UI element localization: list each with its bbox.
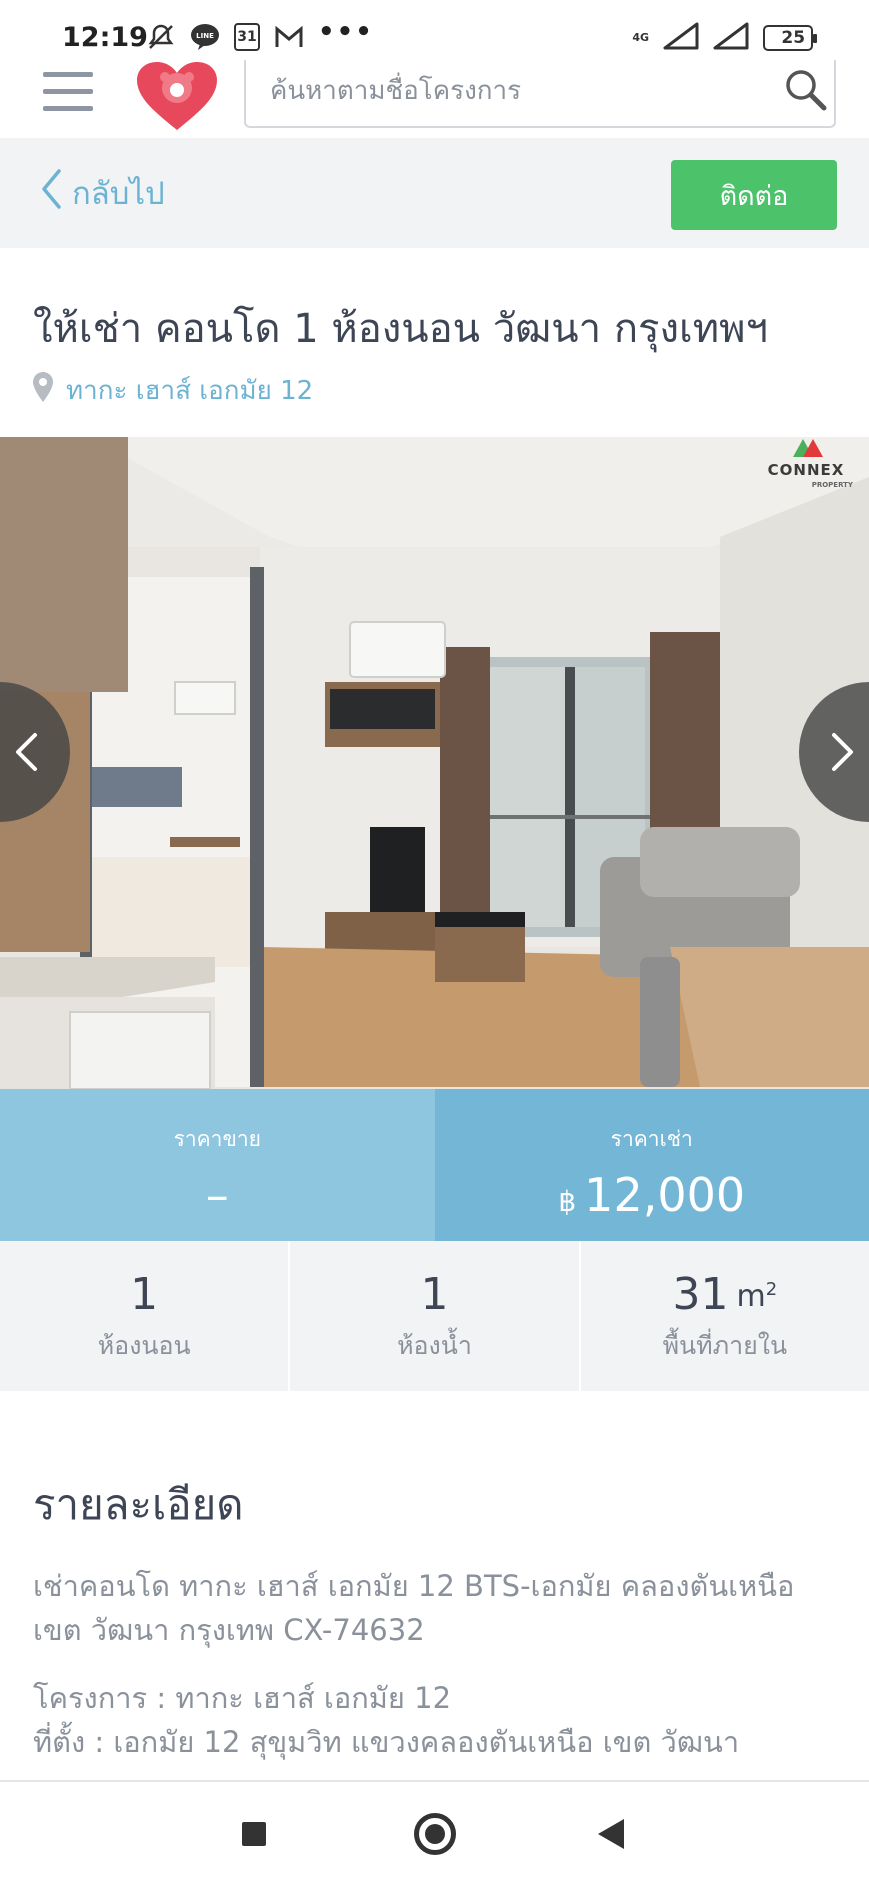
- description-line: เขต วัฒนา กรุงเทพ CX-74632: [33, 1613, 425, 1647]
- listing-location[interactable]: ทากะ เฮาส์ เอกมัย 12: [32, 370, 313, 411]
- watermark-text: CONNEX: [767, 461, 845, 479]
- spec-unit: m2: [736, 1279, 777, 1314]
- property-specs: 1 ห้องนอน 1 ห้องน้ำ 31 m2 พื้นที่ภายใน: [0, 1241, 869, 1391]
- status-system-icons: 4G 25: [632, 22, 817, 54]
- calendar-icon: 31: [234, 23, 260, 51]
- rent-price-label: ราคาเช่า: [610, 1127, 693, 1151]
- details-heading: รายละเอียด: [33, 1480, 244, 1529]
- listing-photo[interactable]: CONNEX PROPERTY: [0, 437, 869, 1089]
- search-icon[interactable]: [782, 66, 830, 114]
- spec-bathrooms: 1 ห้องน้ำ: [290, 1241, 581, 1391]
- spec-area: 31 m2 พื้นที่ภายใน: [581, 1241, 869, 1391]
- description-line: เช่าคอนโด ทากะ เฮาส์ เอกมัย 12 BTS-เอกมั…: [33, 1569, 795, 1603]
- listing-title: ให้เช่า คอนโด 1 ห้องนอน วัฒนา กรุงเทพฯ: [33, 306, 768, 352]
- photo-watermark: CONNEX PROPERTY: [751, 437, 861, 497]
- spec-label: พื้นที่ภายใน: [662, 1331, 788, 1360]
- chevron-left-icon: [14, 732, 38, 772]
- chevron-right-icon: [831, 732, 855, 772]
- spec-bedrooms: 1 ห้องนอน: [0, 1241, 291, 1391]
- signal-icon-2: [713, 22, 749, 54]
- gmail-icon: [274, 22, 304, 52]
- rent-price-value: ฿ 12,000: [558, 1168, 745, 1222]
- status-notification-icons: LINE 31 •••: [146, 17, 374, 52]
- details-description: เช่าคอนโด ทากะ เฮาส์ เอกมัย 12 BTS-เอกมั…: [33, 1564, 843, 1652]
- search-input[interactable]: [270, 66, 750, 116]
- details-project: โครงการ : ทากะ เฮาส์ เอกมัย 12: [33, 1681, 452, 1715]
- back-label: กลับไป: [72, 176, 165, 212]
- network-type-label: 4G: [632, 31, 649, 44]
- spec-value: 1: [130, 1269, 159, 1320]
- spec-value: 1: [420, 1269, 449, 1320]
- watermark-subtext: PROPERTY: [811, 481, 853, 489]
- menu-icon[interactable]: [43, 72, 93, 112]
- baht-currency: ฿: [558, 1185, 577, 1218]
- line-app-icon: LINE: [190, 22, 220, 52]
- system-navigation-bar: [0, 1780, 869, 1883]
- sale-price-label: ราคาขาย: [173, 1127, 261, 1151]
- battery-icon: 25: [763, 25, 817, 51]
- back-link[interactable]: กลับไป: [40, 168, 165, 218]
- battery-percent: 25: [781, 28, 806, 48]
- svg-text:LINE: LINE: [196, 32, 214, 40]
- details-address: ที่ตั้ง : เอกมัย 12 สุขุมวิท แขวงคลองตัน…: [33, 1725, 740, 1759]
- status-time: 12:19: [62, 22, 148, 53]
- muted-bell-icon: [146, 22, 176, 52]
- spec-label: ห้องนอน: [97, 1331, 191, 1360]
- more-notifications-icon: •••: [318, 17, 374, 47]
- spec-label: ห้องน้ำ: [397, 1331, 472, 1360]
- sale-price-cell: ราคาขาย –: [0, 1089, 435, 1241]
- location-label: ทากะ เฮาส์ เอกมัย 12: [66, 376, 314, 406]
- rent-price-cell: ราคาเช่า ฿ 12,000: [434, 1089, 869, 1241]
- chevron-left-icon: [40, 168, 62, 218]
- unit-superscript: 2: [765, 1279, 778, 1300]
- price-band: ราคาขาย – ราคาเช่า ฿ 12,000: [0, 1089, 869, 1241]
- search-box: [244, 60, 836, 128]
- brand-logo[interactable]: [135, 62, 219, 132]
- rent-amount: 12,000: [584, 1168, 746, 1222]
- map-pin-icon: [32, 371, 54, 410]
- back-button[interactable]: [598, 1819, 624, 1849]
- recents-button[interactable]: [242, 1822, 266, 1846]
- spec-value: 31: [672, 1269, 729, 1320]
- home-button[interactable]: [414, 1813, 456, 1855]
- spec-area-value: 31 m2: [672, 1269, 777, 1320]
- sub-header: กลับไป ติดต่อ: [0, 138, 869, 248]
- signal-icon: [663, 22, 699, 54]
- sale-price-value: –: [205, 1168, 229, 1222]
- unit-text: m: [736, 1279, 766, 1314]
- app-header: [0, 60, 869, 138]
- room-illustration: [0, 437, 869, 1089]
- contact-button[interactable]: ติดต่อ: [671, 160, 837, 230]
